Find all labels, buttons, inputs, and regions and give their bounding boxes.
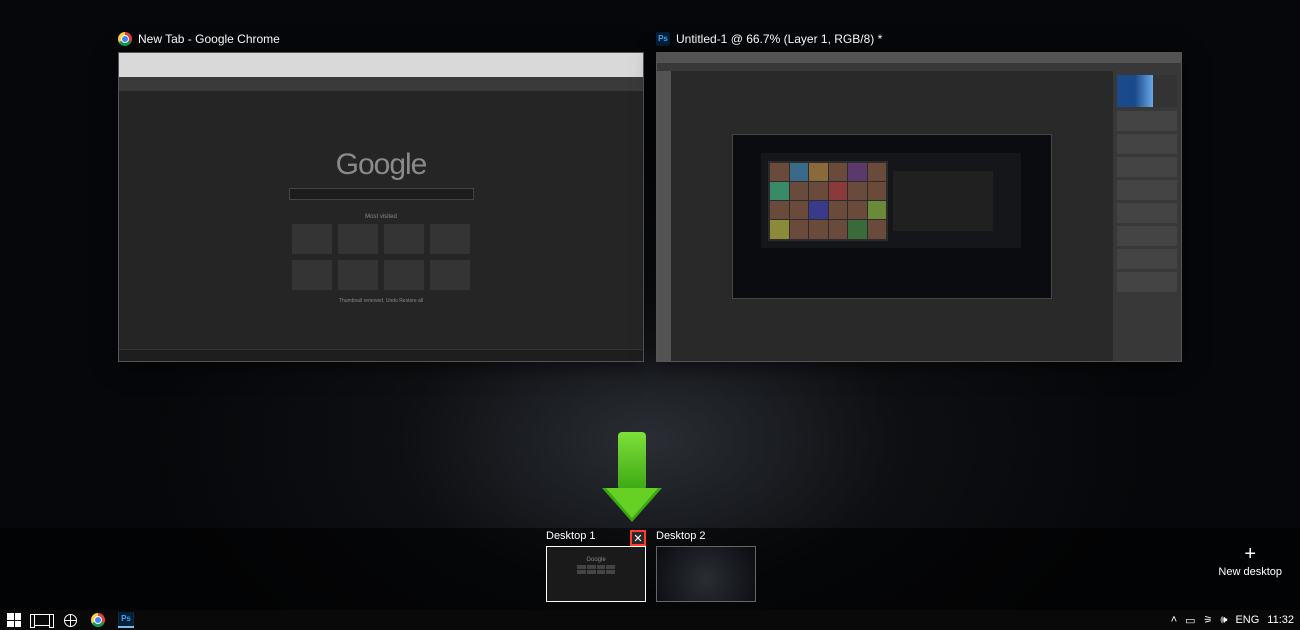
tray-chevron-up-icon[interactable]: ˄ [1171,614,1177,626]
virtual-desktop-strip: Desktop 1 ✕ Google Desktop 2 [0,528,1300,610]
plus-icon: + [1218,544,1282,564]
tray-battery-icon[interactable]: ▭ [1185,614,1195,627]
chrome-footer-text: Thumbnail removed. Undo Restore all [339,298,423,304]
tray-wifi-icon[interactable]: ⚞ [1204,615,1213,626]
photoshop-taskbar-icon[interactable]: Ps [118,612,134,628]
google-search-box [289,188,474,200]
ps-tools-panel [657,71,671,361]
tray-volume-icon[interactable]: 🕪 [1221,614,1228,627]
most-visited-label: Most visited [365,214,397,220]
photoshop-icon: Ps [656,32,670,46]
ps-side-panels [1113,71,1181,361]
new-desktop-button[interactable]: + New desktop [1218,544,1282,578]
virtual-desktop-1[interactable]: Desktop 1 ✕ Google [546,530,646,602]
new-desktop-label: New desktop [1218,566,1282,578]
tray-clock[interactable]: 11:32 [1267,614,1294,626]
speed-dial-tiles [292,224,470,290]
task-view-button[interactable] [34,612,50,628]
window-thumb-chrome[interactable]: New Tab - Google Chrome Google Most visi… [118,52,644,362]
window-title-photoshop: Untitled-1 @ 66.7% (Layer 1, RGB/8) * [676,32,882,46]
close-desktop-button[interactable]: ✕ [630,530,646,546]
taskbar: Ps ˄ ▭ ⚞ 🕪 ENG 11:32 [0,610,1300,630]
virtual-desktop-label: Desktop 2 [656,530,756,542]
window-thumb-photoshop[interactable]: Ps Untitled-1 @ 66.7% (Layer 1, RGB/8) * [656,52,1182,362]
virtual-desktop-2[interactable]: Desktop 2 [656,530,756,602]
chrome-icon [118,32,132,46]
chrome-taskbar-icon[interactable] [90,612,106,628]
arrow-down-icon [618,432,646,490]
ps-canvas [732,134,1052,299]
browser-globe-icon[interactable] [62,612,78,628]
tray-language[interactable]: ENG [1235,614,1259,626]
start-button[interactable] [6,612,22,628]
window-title-chrome: New Tab - Google Chrome [138,32,280,46]
google-logo: Google [336,148,427,182]
